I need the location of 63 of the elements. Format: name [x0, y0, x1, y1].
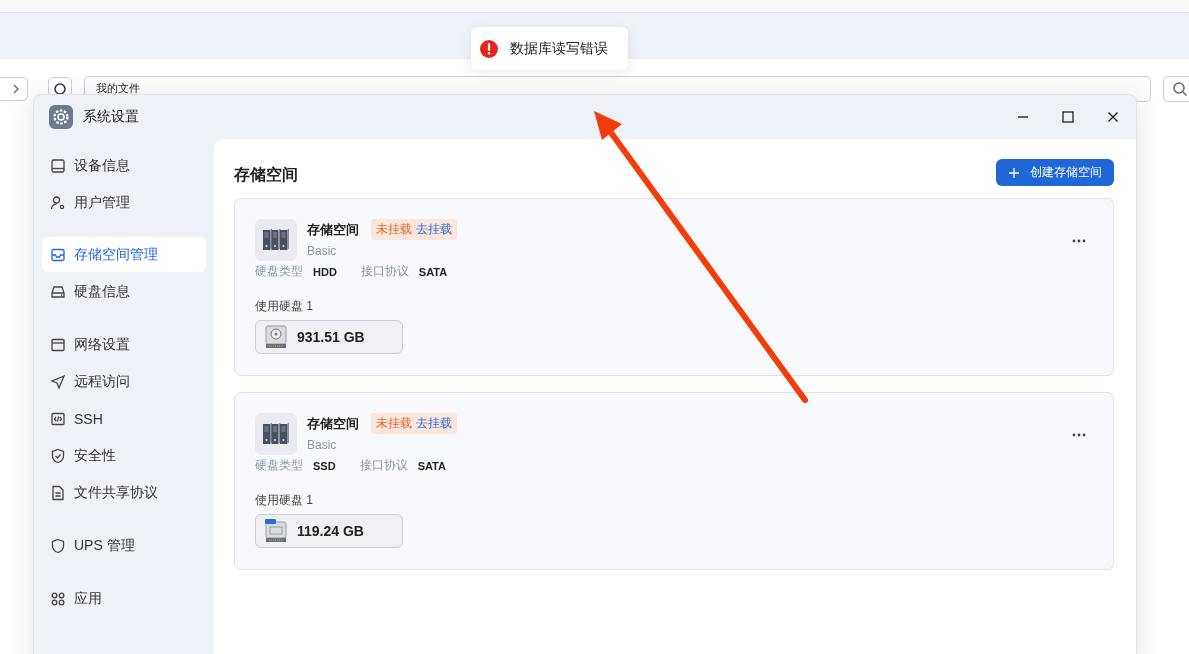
raid-type: Basic: [307, 244, 338, 258]
sidebar-icon: [50, 336, 66, 353]
sidebar-icon: [50, 590, 66, 607]
sidebar-item[interactable]: 安全性: [42, 437, 206, 474]
disk-type-label: 硬盘类型: [255, 457, 303, 474]
sidebar-icon: [50, 283, 66, 300]
sidebar-icon: [50, 484, 66, 501]
raid-type: Basic: [307, 438, 338, 452]
disk-type-value: SSD: [313, 459, 336, 472]
sidebar-item[interactable]: 硬盘信息: [42, 273, 206, 310]
sidebar-icon: [50, 410, 66, 427]
sidebar-item[interactable]: 用户管理: [42, 184, 206, 221]
sidebar-item[interactable]: 文件共享协议: [42, 474, 206, 511]
disk-count-label: 使用硬盘 1: [255, 492, 314, 509]
interface-label: 接口协议: [360, 263, 409, 280]
server-icon: [255, 413, 297, 455]
interface-label: 接口协议: [359, 457, 408, 474]
section-title: 存储空间: [234, 165, 298, 185]
mount-status: 未挂载: [376, 221, 412, 238]
search-icon: [1172, 81, 1188, 97]
disk-size: 931.51 GB: [297, 329, 365, 345]
interface-value: SATA: [417, 459, 446, 472]
hard-drive-icon: [265, 325, 287, 349]
disk-count-label: 使用硬盘 1: [255, 298, 314, 315]
sidebar-item[interactable]: 存储空间管理: [42, 237, 206, 272]
mount-link[interactable]: 去挂载: [416, 221, 452, 238]
disk-chip[interactable]: 931.51 GB: [255, 320, 403, 354]
server-icon: [255, 219, 297, 261]
sidebar-item[interactable]: 应用: [42, 580, 206, 617]
disk-type-value: HDD: [313, 265, 337, 278]
storage-name: 存储空间: [307, 414, 359, 433]
maximize-icon[interactable]: [1061, 110, 1075, 124]
interface-value: SATA: [418, 265, 448, 278]
sidebar-item[interactable]: 设备信息: [42, 147, 206, 184]
more-icon[interactable]: [1071, 432, 1087, 438]
sidebar-item[interactable]: 网络设置: [42, 326, 206, 363]
ssd-icon: [265, 519, 287, 543]
disk-type-label: 硬盘类型: [255, 263, 303, 280]
create-button[interactable]: 创建存储空间: [996, 159, 1114, 186]
sidebar-item[interactable]: 远程访问: [42, 363, 206, 400]
disk-chip[interactable]: 119.24 GB: [255, 514, 403, 548]
sidebar-icon: [50, 246, 66, 263]
window-title: 系统设置: [83, 108, 139, 126]
sidebar-icon: [50, 157, 66, 174]
close-icon[interactable]: [1106, 110, 1120, 124]
refresh-icon: [53, 82, 67, 96]
sidebar-icon: [50, 537, 66, 554]
search-button[interactable]: [1163, 76, 1189, 102]
sidebar-icon: [50, 447, 66, 464]
toast-message: 数据库读写错误: [510, 39, 608, 58]
disk-size: 119.24 GB: [297, 523, 364, 539]
error-icon: [480, 39, 498, 58]
sidebar-item[interactable]: SSH: [42, 400, 206, 437]
mount-status: 未挂载: [376, 415, 412, 432]
plus-icon: [1008, 166, 1020, 179]
sidebar-icon: [50, 373, 66, 390]
more-icon[interactable]: [1071, 238, 1087, 244]
sidebar-icon: [50, 194, 66, 211]
gear-icon: [49, 105, 73, 129]
mount-link[interactable]: 去挂载: [416, 415, 452, 432]
storage-name: 存储空间: [307, 220, 359, 239]
sidebar-item[interactable]: UPS 管理: [42, 527, 206, 564]
chevron-right-icon: [11, 83, 21, 95]
